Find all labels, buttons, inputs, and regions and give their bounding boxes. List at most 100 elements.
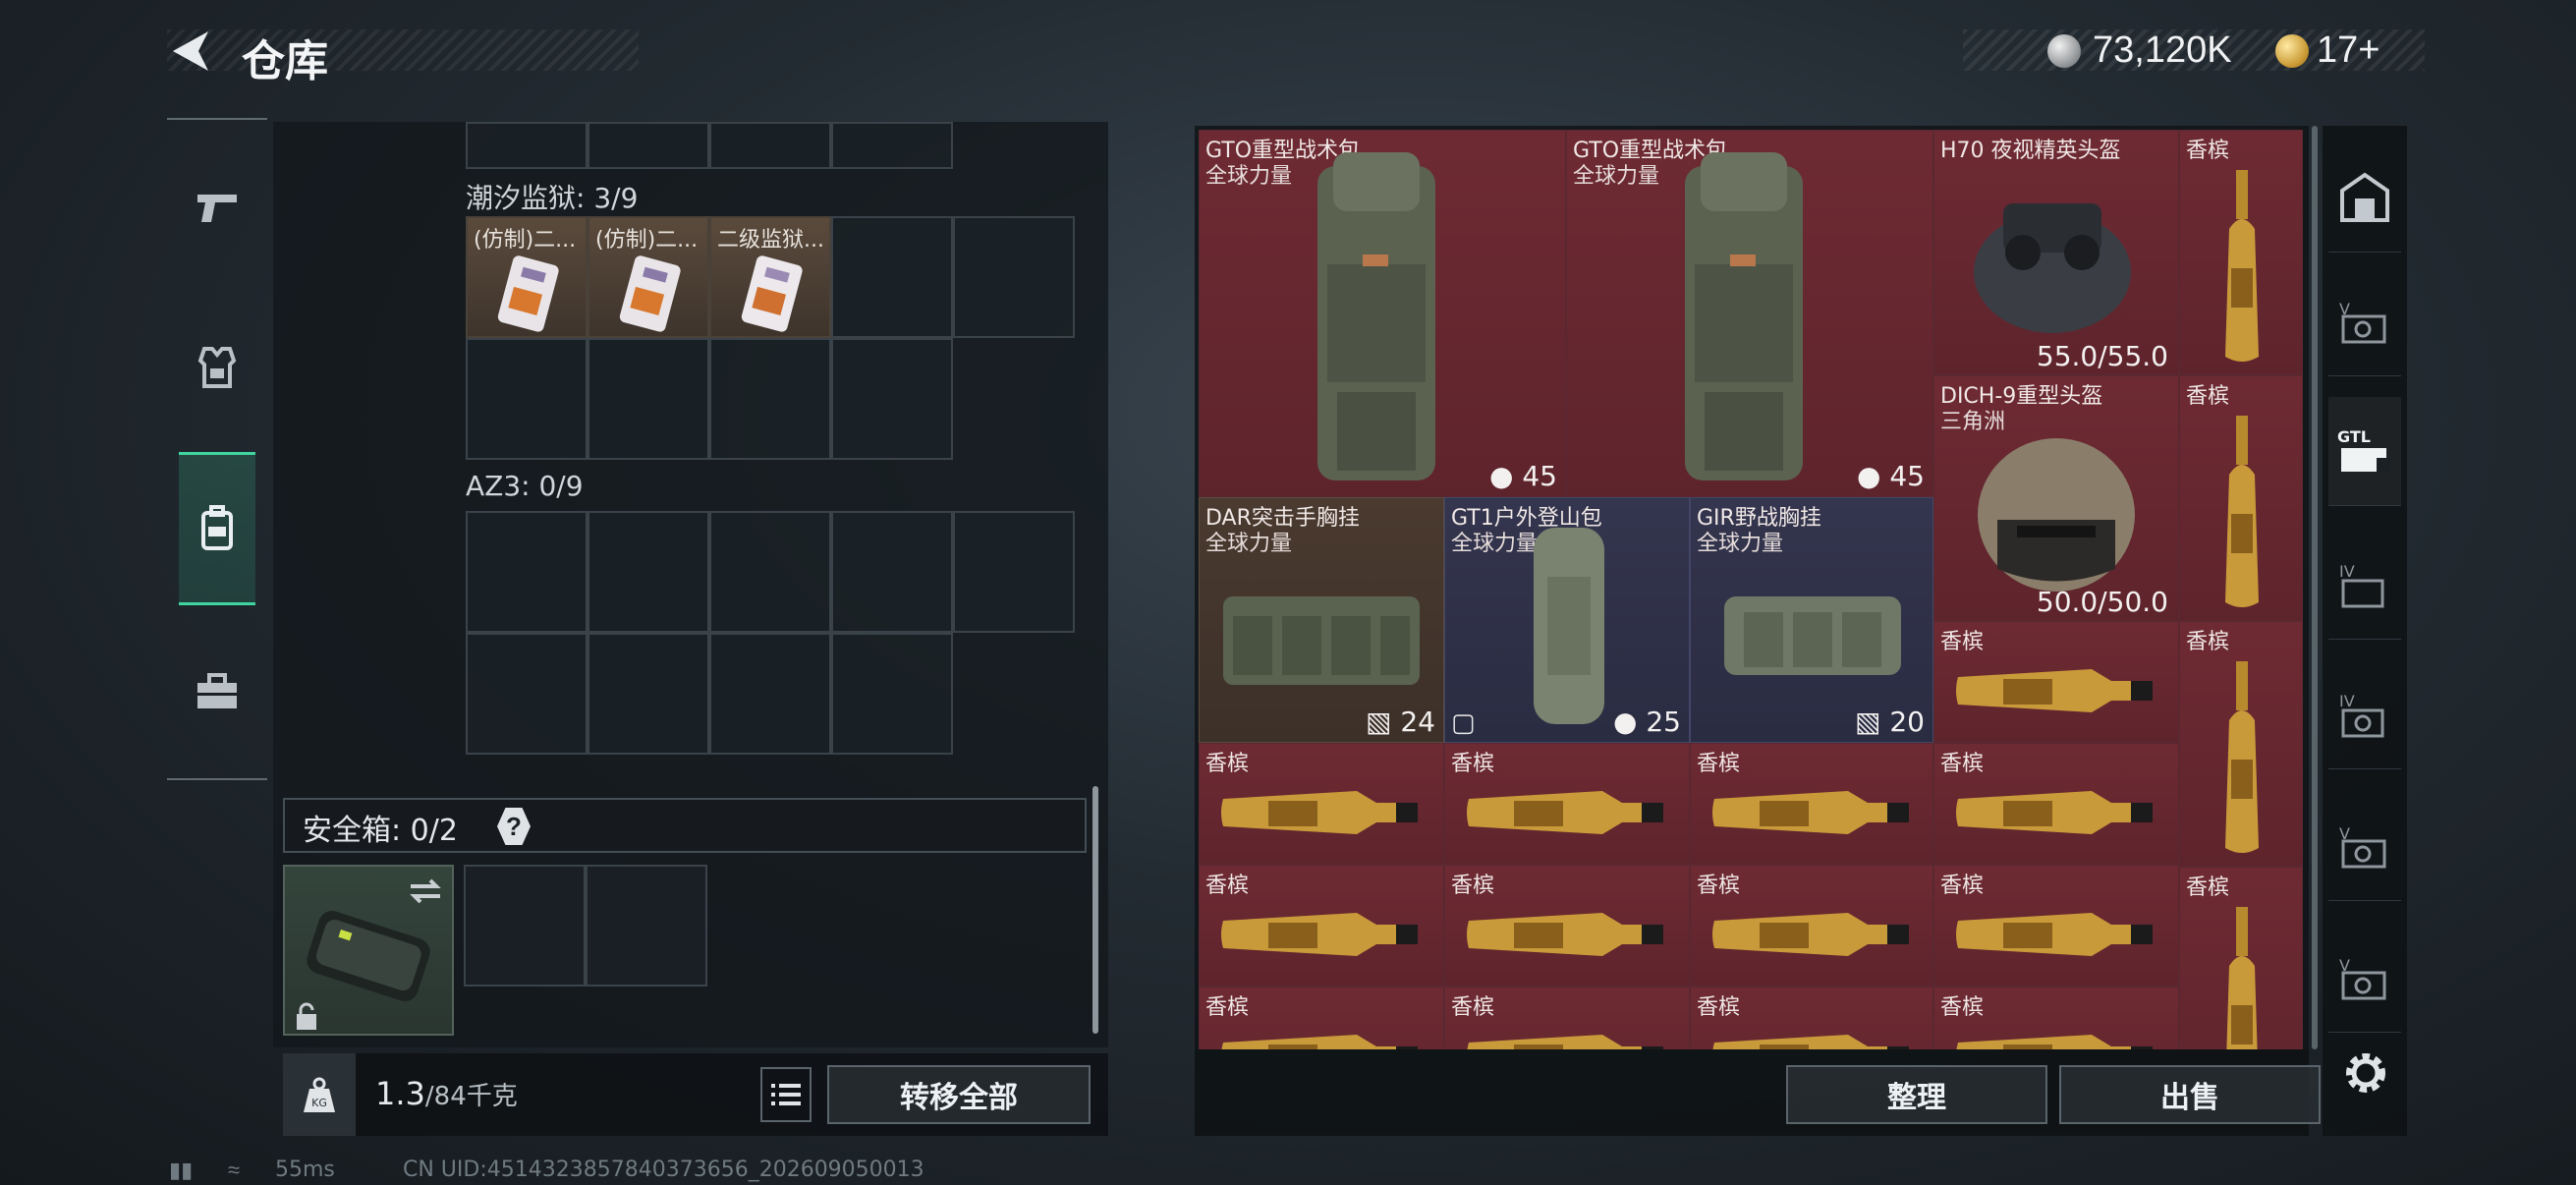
rail-backpack[interactable] — [179, 452, 255, 605]
container-slot[interactable] — [588, 122, 709, 169]
item-prison-keycard[interactable]: (仿制)二... — [466, 216, 588, 338]
safe-slot[interactable] — [464, 865, 586, 987]
container-slot[interactable] — [831, 122, 953, 169]
container-label-tide-prison: 潮汐监狱: 3/9 — [466, 182, 639, 214]
rail-toolbox[interactable] — [179, 639, 255, 745]
champagne-bottle-icon — [1467, 791, 1663, 834]
container-slot[interactable] — [588, 338, 709, 460]
no-insure-icon: ▢ — [1451, 707, 1476, 737]
weight-current: 1.3 — [375, 1075, 425, 1112]
stash-tab-iv1[interactable]: IV — [2328, 531, 2401, 640]
list-view-button[interactable] — [760, 1067, 812, 1122]
container-slot[interactable] — [831, 216, 953, 338]
stash-item-gt1-pack[interactable]: GT1户外登山包 全球力量 ▢ ● 25 — [1444, 497, 1690, 743]
settings-gear-icon[interactable] — [2338, 1045, 2393, 1100]
container-slot[interactable] — [466, 122, 588, 169]
champagne-bottle-icon — [1956, 1035, 2153, 1049]
champagne-bottle-icon — [1467, 1035, 1663, 1049]
stash-item-champagne[interactable]: 香槟 — [1199, 865, 1444, 987]
capacity-icon: ● — [1857, 460, 1881, 492]
container-slot[interactable] — [709, 338, 831, 460]
silver-currency-value: 73,120K — [2093, 29, 2232, 71]
container-slot[interactable] — [466, 633, 588, 755]
gold-currency-value[interactable]: 17+ — [2317, 29, 2380, 72]
wifi-icon: ≈ — [228, 1157, 241, 1182]
rail-weapons[interactable] — [179, 155, 255, 261]
backpack-icon — [201, 505, 233, 550]
container-slot[interactable] — [953, 216, 1075, 338]
sort-button[interactable]: 整理 — [1786, 1065, 2047, 1124]
stash-item-champagne[interactable]: 香槟 — [2179, 130, 2303, 375]
stash-tab-v3[interactable]: V — [2328, 924, 2401, 1033]
stash-tab-gtl[interactable]: GTL — [2328, 397, 2401, 506]
stash-tab-v1[interactable]: V — [2328, 267, 2401, 376]
stash-item-champagne[interactable]: 香槟 — [1933, 865, 2179, 987]
stash-item-dar-vest[interactable]: DAR突击手胸挂 全球力量 ▧ 24 — [1199, 497, 1444, 743]
stash-tab-v2[interactable]: V — [2328, 792, 2401, 901]
backpack-item-icon — [1317, 152, 1435, 480]
armor-vest-icon — [197, 347, 237, 388]
safe-box-label: 安全箱: 0/2 — [303, 814, 458, 848]
item-prison-keycard[interactable]: (仿制)二... — [588, 216, 709, 338]
stash-item-champagne[interactable]: 香槟 — [1690, 865, 1933, 987]
champagne-bottle-icon — [1956, 791, 2153, 834]
container-slot[interactable] — [466, 511, 588, 633]
capacity-value: 20 — [1889, 705, 1925, 738]
stash-item-champagne[interactable]: 香槟 — [1933, 621, 2179, 743]
stash-item-gto-backpack[interactable]: GTO重型战术包 全球力量 ● 45 — [1566, 130, 1933, 497]
stash-item-gto-backpack[interactable]: GTO重型战术包 全球力量 ● 45 — [1199, 130, 1566, 497]
stash-tab-iv2[interactable]: IV — [2328, 660, 2401, 769]
container-slot[interactable] — [588, 633, 709, 755]
battery-icon: ▮▮ — [169, 1157, 194, 1182]
stash-item-champagne[interactable]: 香槟 — [1933, 743, 2179, 865]
item-prison-keycard[interactable]: 二级监狱... — [709, 216, 831, 338]
container-slot[interactable] — [709, 633, 831, 755]
container-slot[interactable] — [831, 633, 953, 755]
rail-armor[interactable] — [179, 314, 255, 421]
list-icon — [771, 1084, 801, 1105]
briefcase-icon — [197, 673, 237, 708]
stash-item-champagne[interactable]: 香槟 — [2179, 867, 2303, 1049]
capacity-icon: ▧ — [1365, 705, 1392, 738]
safe-case-slot[interactable] — [283, 865, 454, 1036]
stash-tab-home[interactable] — [2328, 143, 2401, 253]
container-slot[interactable] — [466, 338, 588, 460]
stash-item-champagne[interactable]: 香槟 — [2179, 375, 2303, 621]
stash-item-champagne[interactable]: 香槟 — [1199, 987, 1444, 1049]
stash-item-gir-vest[interactable]: GIR野战胸挂 全球力量 ▧ 20 — [1690, 497, 1933, 743]
scrollbar[interactable] — [2312, 126, 2318, 1049]
backpack-item-icon — [1685, 152, 1803, 480]
stash-item-dich9-helmet[interactable]: DICH-9重型头盔 三角洲 50.0/50.0 — [1933, 375, 2179, 621]
stash-item-champagne[interactable]: 香槟 — [1690, 987, 1933, 1049]
gold-coin-icon — [2275, 34, 2309, 68]
stash-item-champagne[interactable]: 香槟 — [2179, 621, 2303, 867]
safe-slot[interactable] — [586, 865, 707, 987]
svg-text:KG: KG — [311, 1097, 327, 1109]
svg-text:IV: IV — [2339, 692, 2355, 710]
swap-icon[interactable] — [407, 876, 444, 906]
container-slot[interactable] — [709, 511, 831, 633]
champagne-bottle-icon — [1221, 1035, 1418, 1049]
transfer-all-button[interactable]: 转移全部 — [827, 1065, 1091, 1124]
stash-tab-icon: IV — [2339, 562, 2384, 608]
container-slot[interactable] — [831, 338, 953, 460]
stash-item-champagne[interactable]: 香槟 — [1933, 987, 2179, 1049]
stash-item-champagne[interactable]: 香槟 — [1444, 743, 1690, 865]
sell-button[interactable]: 出售 — [2059, 1065, 2321, 1124]
stash-item-champagne[interactable]: 香槟 — [1444, 865, 1690, 987]
container-slot[interactable] — [588, 511, 709, 633]
durability-value: 55.0/55.0 — [2036, 340, 2168, 372]
stash-item-h70-helmet[interactable]: H70 夜视精英头盔 55.0/55.0 — [1933, 130, 2179, 375]
back-button[interactable] — [169, 28, 214, 75]
safe-case-icon — [307, 911, 430, 1001]
container-slot[interactable] — [709, 122, 831, 169]
keycard-icon — [619, 255, 681, 332]
scrollbar[interactable] — [1092, 786, 1098, 1034]
stash-item-champagne[interactable]: 香槟 — [1690, 743, 1933, 865]
stash-item-champagne[interactable]: 香槟 — [1199, 743, 1444, 865]
stash-item-champagne[interactable]: 香槟 — [1444, 987, 1690, 1049]
container-slot[interactable] — [953, 511, 1075, 633]
container-slot[interactable] — [831, 511, 953, 633]
svg-text:IV: IV — [2339, 562, 2355, 581]
capacity-value: 24 — [1400, 705, 1435, 738]
